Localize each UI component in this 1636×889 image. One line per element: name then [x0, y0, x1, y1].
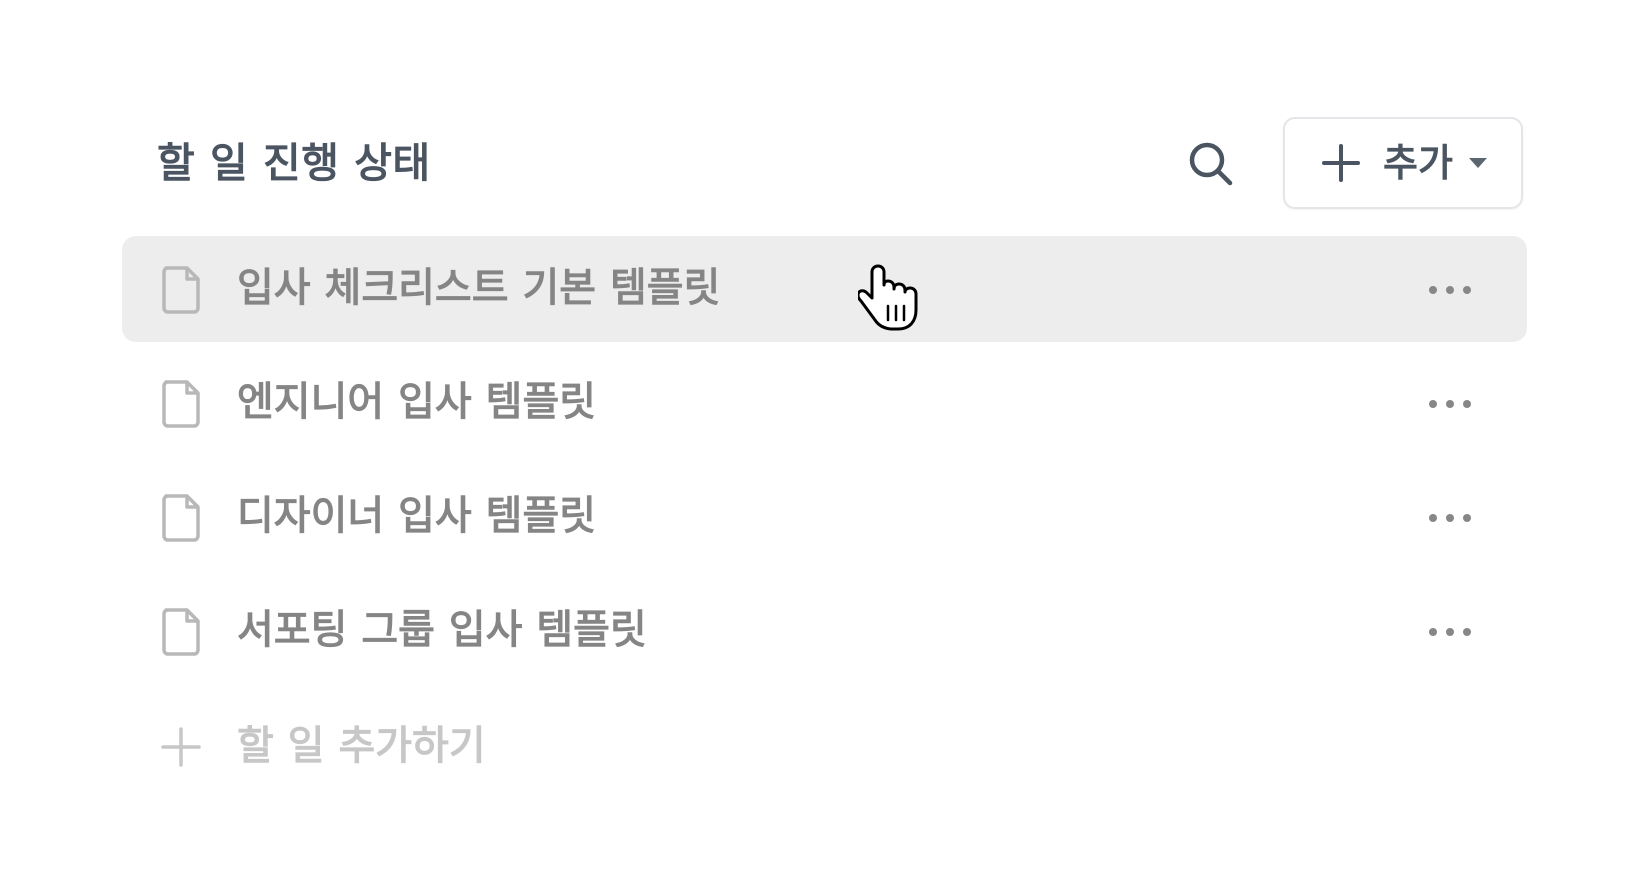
document-icon	[162, 380, 200, 428]
list-item[interactable]: 입사 체크리스트 기본 템플릿	[122, 236, 1527, 342]
add-task-label: 할 일 추가하기	[237, 723, 486, 769]
list-item[interactable]: 엔지니어 입사 템플릿	[122, 350, 1527, 456]
list-item[interactable]: 디자이너 입사 템플릿	[122, 464, 1527, 570]
more-horizontal-icon	[1429, 514, 1471, 522]
list-item-label: 디자이너 입사 템플릿	[237, 493, 597, 539]
list-item[interactable]: 서포팅 그룹 입사 템플릿	[122, 578, 1527, 684]
list-item-label: 엔지니어 입사 템플릿	[237, 379, 597, 425]
more-horizontal-icon	[1429, 286, 1471, 294]
more-horizontal-icon	[1429, 628, 1471, 636]
more-options-button[interactable]	[1422, 270, 1478, 310]
search-icon	[1189, 142, 1233, 186]
list-item-label: 입사 체크리스트 기본 템플릿	[237, 265, 721, 311]
search-button[interactable]	[1182, 135, 1240, 193]
page-title: 할 일 진행 상태	[157, 139, 431, 187]
list-item-label: 서포팅 그룹 입사 템플릿	[237, 607, 647, 653]
document-icon	[162, 266, 200, 314]
more-options-button[interactable]	[1422, 612, 1478, 652]
more-horizontal-icon	[1429, 400, 1471, 408]
panel-header: 할 일 진행 상태 추가	[122, 115, 1527, 213]
more-options-button[interactable]	[1422, 384, 1478, 424]
document-icon	[162, 494, 200, 542]
add-button-label: 추가	[1383, 141, 1453, 185]
caret-down-icon	[1468, 158, 1487, 168]
plus-icon	[1322, 144, 1360, 182]
add-dropdown-button[interactable]: 추가	[1283, 117, 1523, 209]
todo-status-panel: 할 일 진행 상태 추가 입사 체크리스트 기본 템플릿 엔지니어 입사 템플릿…	[0, 0, 1636, 889]
more-options-button[interactable]	[1422, 498, 1478, 538]
template-list: 입사 체크리스트 기본 템플릿 엔지니어 입사 템플릿 디자이너 입사 템플릿	[122, 236, 1527, 692]
add-task-button[interactable]: 할 일 추가하기	[122, 700, 722, 794]
document-icon	[162, 608, 200, 656]
plus-icon	[161, 727, 201, 767]
